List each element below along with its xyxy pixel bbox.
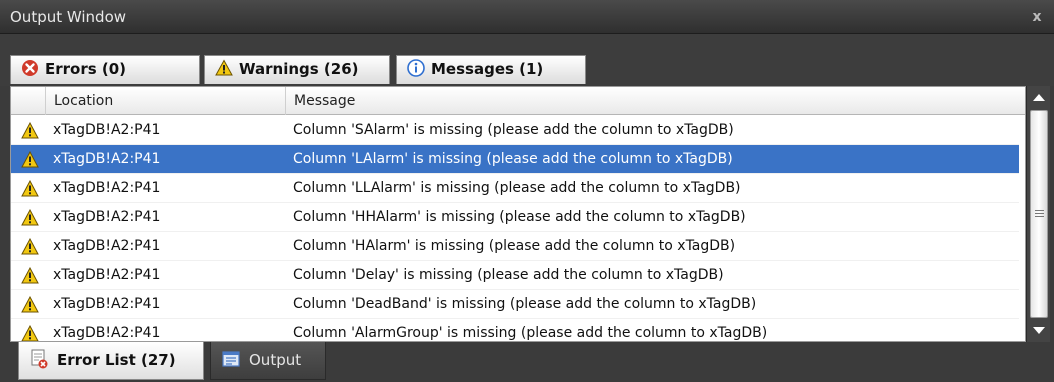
vertical-scrollbar[interactable] [1026, 86, 1050, 342]
row-message: Column 'AlarmGroup' is missing (please a… [293, 325, 768, 341]
tab-errors[interactable]: Errors (0) [10, 55, 200, 84]
tab-messages-label: Messages (1) [431, 60, 544, 78]
window-title: Output Window [10, 8, 127, 26]
row-location: xTagDB!A2:P41 [53, 296, 161, 312]
error-grid: Location Message xTagDB!A2:P41 Column 'SA… [10, 86, 1026, 342]
row-location: xTagDB!A2:P41 [53, 325, 161, 341]
warning-icon [21, 209, 39, 226]
table-row[interactable]: xTagDB!A2:P41 Column 'LLAlarm' is missing… [11, 174, 1019, 203]
close-icon[interactable]: x [1026, 0, 1048, 34]
scrollbar-thumb[interactable] [1030, 110, 1048, 318]
row-location: xTagDB!A2:P41 [53, 151, 161, 167]
error-icon [22, 60, 38, 76]
error-list-icon [31, 349, 48, 369]
warning-icon [215, 59, 233, 76]
bottom-tab-strip: Error List (27) Output [0, 342, 1054, 382]
row-message: Column 'HHAlarm' is missing (please add … [293, 209, 746, 225]
warning-icon [21, 238, 39, 255]
column-header-location[interactable]: Location [45, 87, 285, 115]
row-message: Column 'LLAlarm' is missing (please add … [293, 180, 741, 196]
title-bar: Output Window x [0, 0, 1054, 34]
column-header-message[interactable]: Message [285, 87, 1025, 115]
tab-messages[interactable]: Messages (1) [396, 55, 586, 84]
output-icon [222, 351, 240, 367]
filter-tab-strip: Errors (0) Warnings (26) Messages (1) [0, 34, 1054, 86]
row-location: xTagDB!A2:P41 [53, 267, 161, 283]
header-icon-column[interactable] [11, 87, 45, 115]
table-row[interactable]: xTagDB!A2:P41 Column 'DeadBand' is missin… [11, 290, 1019, 319]
tab-output-label: Output [249, 351, 302, 369]
tab-warnings-label: Warnings (26) [239, 60, 359, 78]
row-location: xTagDB!A2:P41 [53, 180, 161, 196]
warning-icon [21, 267, 39, 284]
table-row[interactable]: xTagDB!A2:P41 Column 'HHAlarm' is missing… [11, 203, 1019, 232]
grid-header: Location Message [11, 87, 1025, 115]
row-message: Column 'LAlarm' is missing (please add t… [293, 151, 733, 167]
table-row[interactable]: xTagDB!A2:P41 Column 'AlarmGroup' is miss… [11, 319, 1019, 341]
table-row[interactable]: xTagDB!A2:P41 Column 'HAlarm' is missing … [11, 232, 1019, 261]
row-location: xTagDB!A2:P41 [53, 238, 161, 254]
info-icon [407, 59, 425, 77]
warning-icon [21, 325, 39, 341]
scroll-up-icon[interactable] [1027, 86, 1051, 108]
warning-icon [21, 296, 39, 313]
tab-errors-label: Errors (0) [45, 60, 127, 78]
scroll-down-icon[interactable] [1027, 320, 1051, 342]
table-row[interactable]: xTagDB!A2:P41 Column 'LAlarm' is missing … [11, 145, 1019, 174]
tab-warnings[interactable]: Warnings (26) [204, 55, 390, 84]
row-location: xTagDB!A2:P41 [53, 122, 161, 138]
row-message: Column 'DeadBand' is missing (please add… [293, 296, 757, 312]
table-row[interactable]: xTagDB!A2:P41 Column 'SAlarm' is missing … [11, 116, 1019, 145]
row-message: Column 'Delay' is missing (please add th… [293, 267, 724, 283]
tab-error-list-label: Error List (27) [57, 351, 176, 369]
tab-error-list[interactable]: Error List (27) [18, 342, 204, 380]
tab-output[interactable]: Output [210, 342, 326, 380]
warning-icon [21, 151, 39, 168]
grip-icon [1035, 210, 1044, 217]
row-location: xTagDB!A2:P41 [53, 209, 161, 225]
warning-icon [21, 122, 39, 139]
output-window: Output Window x Errors (0) Warnings (26)… [0, 0, 1054, 382]
warning-icon [21, 180, 39, 197]
row-message: Column 'HAlarm' is missing (please add t… [293, 238, 736, 254]
row-message: Column 'SAlarm' is missing (please add t… [293, 122, 734, 138]
table-row[interactable]: xTagDB!A2:P41 Column 'Delay' is missing (… [11, 261, 1019, 290]
